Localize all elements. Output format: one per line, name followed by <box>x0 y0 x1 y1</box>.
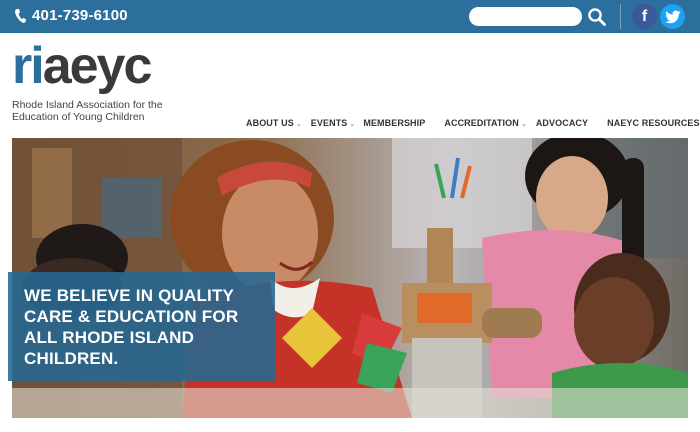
phone-number[interactable]: 401-739-6100 <box>32 7 128 24</box>
riaeyc-logo[interactable]: ri aeyc <box>12 37 153 95</box>
tagline-line-2: Education of Young Children <box>12 111 145 123</box>
logo-aeyc: aeyc <box>42 37 153 95</box>
nav-label: ADVOCACY <box>535 118 589 128</box>
nav-label: ACCREDITATION <box>444 118 519 128</box>
nav-label: ABOUT US <box>246 118 294 128</box>
nav-naeyc-resources[interactable]: NAEYC RESOURCES <box>607 118 700 128</box>
nav-accreditation[interactable]: ACCREDITATION ⌄ <box>444 118 526 128</box>
twitter-icon[interactable] <box>660 4 685 29</box>
phone-link[interactable]: 401-739-6100 <box>14 7 128 24</box>
top-bar: 401-739-6100 f <box>0 0 700 33</box>
nav-about-us[interactable]: ABOUT US ⌄ <box>246 118 302 128</box>
chevron-down-icon: ⌄ <box>349 121 356 128</box>
organization-tagline: Rhode Island Association for the Educati… <box>12 99 182 123</box>
page-bottom <box>0 420 700 432</box>
nav-label: MEMBERSHIP <box>363 118 426 128</box>
facebook-label: f <box>641 7 648 25</box>
nav-advocacy[interactable]: ADVOCACY <box>536 118 588 128</box>
search-input[interactable] <box>469 7 582 26</box>
phone-icon <box>14 8 26 23</box>
hero-headline: WE BELIEVE IN QUALITY CARE & EDUCATION F… <box>24 286 239 368</box>
nav-events[interactable]: EVENTS ⌄ <box>311 118 356 128</box>
nav-label: NAEYC RESOURCES <box>607 118 700 128</box>
twitter-bird-icon <box>664 10 680 23</box>
logo-ri: ri <box>12 37 45 95</box>
hero-message-box: WE BELIEVE IN QUALITY CARE & EDUCATION F… <box>8 272 275 381</box>
main-nav: ABOUT US ⌄ EVENTS ⌄ MEMBERSHIP ACCREDITA… <box>246 116 700 130</box>
tagline-line-1: Rhode Island Association for the <box>12 99 163 111</box>
nav-membership[interactable]: MEMBERSHIP <box>363 118 425 128</box>
nav-label: EVENTS <box>310 118 348 128</box>
topbar-divider <box>620 4 621 29</box>
chevron-down-icon: ⌄ <box>520 121 527 128</box>
search-icon[interactable] <box>587 7 607 27</box>
facebook-icon[interactable]: f <box>632 4 657 29</box>
chevron-down-icon: ⌄ <box>295 121 302 128</box>
